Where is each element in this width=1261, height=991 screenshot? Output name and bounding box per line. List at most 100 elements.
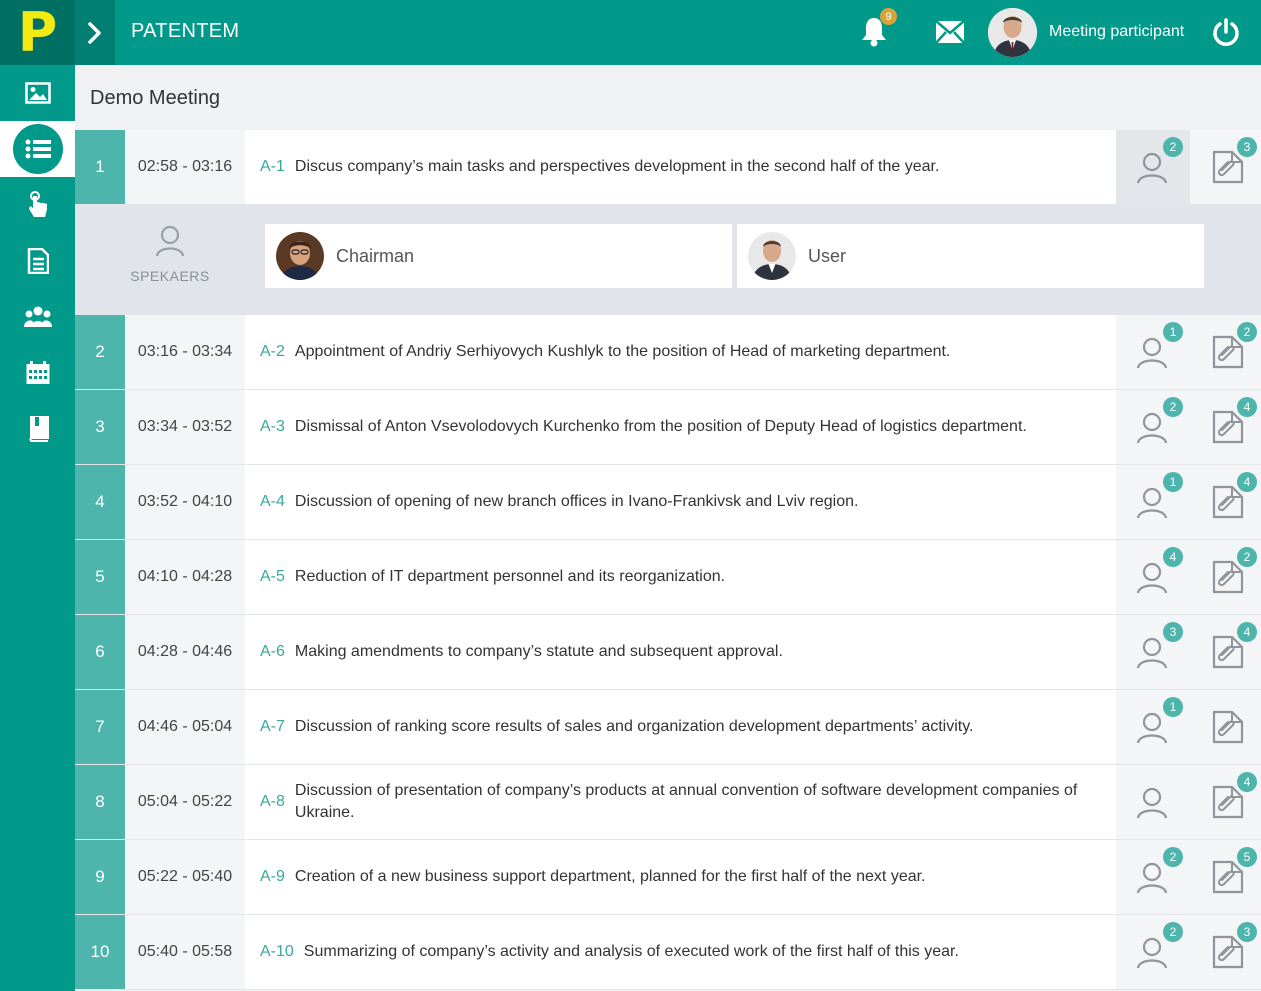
attachments-count-badge: 5 [1237,847,1257,867]
agenda-code: A-6 [260,643,285,660]
agenda-description[interactable]: A-4 Discussion of opening of new branch o… [260,465,1100,539]
agenda-row[interactable]: 6 04:28 - 04:46 A-6 Making amendments to co… [75,615,1261,690]
chevron-right-icon [88,21,101,44]
speakers-button[interactable]: 2 [1116,130,1190,204]
speakers-button[interactable]: 2 [1116,390,1190,464]
user-avatar[interactable] [988,8,1037,57]
logo[interactable]: P [0,0,75,65]
logout-button[interactable] [1212,17,1240,52]
page-title: Demo Meeting [90,87,221,109]
agenda-number: 10 [75,915,125,989]
speakers-button[interactable]: 1 [1116,690,1190,764]
speakers-count-badge: 4 [1163,547,1183,567]
agenda-description[interactable]: A-6 Making amendments to company’s statut… [260,615,1100,689]
paperclip-icon [1212,560,1244,594]
agenda-row[interactable]: 10 05:40 - 05:58 A-10 Summarizing of compan… [75,915,1261,990]
agenda-number: 3 [75,390,125,464]
agenda-number: 1 [75,130,125,204]
speakers-button[interactable]: 1 [1116,315,1190,389]
speakers-button[interactable]: 4 [1116,540,1190,614]
envelope-icon [935,20,965,44]
paperclip-icon [1212,935,1244,969]
attachments-button[interactable]: 5 [1190,840,1261,914]
speakers-button[interactable] [1116,765,1190,839]
agenda-number: 2 [75,315,125,389]
person-icon [1136,562,1168,594]
attachments-button[interactable]: 4 [1190,390,1261,464]
speaker-card[interactable]: User [737,224,1204,288]
paperclip-icon [1212,410,1244,444]
attachments-button[interactable]: 3 [1190,130,1261,204]
agenda-time: 02:58 - 03:16 [125,130,245,204]
person-icon [1136,862,1168,894]
speakers-count-badge: 1 [1163,322,1183,342]
agenda-code: A-4 [260,493,285,510]
sidebar-item-voting[interactable] [0,177,75,233]
person-icon [1136,937,1168,969]
agenda-row[interactable]: 2 03:16 - 03:34 A-2 Appointment of Andriy S… [75,315,1261,390]
agenda-description[interactable]: A-7 Discussion of ranking score results o… [260,690,1100,764]
agenda-row[interactable]: 5 04:10 - 04:28 A-5 Reduction of IT departm… [75,540,1261,615]
attachments-button[interactable]: 2 [1190,315,1261,389]
sidebar-item-agenda[interactable] [0,121,75,177]
document-icon [27,248,49,274]
speakers-count-badge: 3 [1163,622,1183,642]
agenda-description[interactable]: A-1 Discus company’s main tasks and persp… [260,130,1100,204]
main-content: Demo Meeting 1 02:58 - 03:16 A-1 Discus com… [75,65,1261,991]
sidebar-toggle-button[interactable] [75,0,115,65]
messages-button[interactable] [935,20,965,49]
agenda-time: 04:10 - 04:28 [125,540,245,614]
agenda-time: 03:16 - 03:34 [125,315,245,389]
sidebar-item-calendar[interactable] [0,345,75,401]
attachments-count-badge: 4 [1237,622,1257,642]
attachments-button[interactable]: 4 [1190,765,1261,839]
agenda-code: A-8 [260,793,285,810]
attachments-button[interactable] [1190,690,1261,764]
agenda-description[interactable]: A-10 Summarizing of company’s activity an… [260,915,1100,989]
speakers-button[interactable]: 2 [1116,840,1190,914]
attachments-button[interactable]: 4 [1190,465,1261,539]
sidebar-item-protocol[interactable] [0,401,75,457]
user-name[interactable]: Meeting participant [1049,23,1184,41]
attachments-button[interactable]: 4 [1190,615,1261,689]
speakers-button[interactable]: 1 [1116,465,1190,539]
agenda-code: A-9 [260,868,285,885]
agenda-description[interactable]: A-5 Reduction of IT department personnel … [260,540,1100,614]
speaker-name: User [808,245,847,266]
speaker-card[interactable]: Chairman [265,224,732,288]
agenda-row[interactable]: 7 04:46 - 05:04 A-7 Discussion of ranking s… [75,690,1261,765]
person-icon [1136,787,1168,819]
attachments-count-badge: 3 [1237,137,1257,157]
speakers-count-badge: 2 [1163,847,1183,867]
agenda-description[interactable]: A-8 Discussion of presentation of company… [260,765,1100,839]
attachments-button[interactable]: 2 [1190,540,1261,614]
agenda-row[interactable]: 8 05:04 - 05:22 A-8 Discussion of presentat… [75,765,1261,840]
attachments-count-badge: 2 [1237,322,1257,342]
agenda-description[interactable]: A-2 Appointment of Andriy Serhiyovych Kus… [260,315,1100,389]
attachments-button[interactable]: 3 [1190,915,1261,989]
agenda-description[interactable]: A-3 Dismissal of Anton Vsevolodovych Kurc… [260,390,1100,464]
person-icon [1136,412,1168,444]
agenda-description[interactable]: A-9 Creation of a new business support de… [260,840,1100,914]
agenda-time: 05:22 - 05:40 [125,840,245,914]
speaker-avatar [748,232,796,280]
agenda-number: 7 [75,690,125,764]
chairman-photo [276,232,324,280]
agenda-row[interactable]: 1 02:58 - 03:16 A-1 Discus company’s main t… [75,130,1261,205]
speaker-name: Chairman [336,245,415,266]
speakers-button[interactable]: 2 [1116,915,1190,989]
paperclip-icon [1212,710,1244,744]
sidebar-item-participants[interactable] [0,289,75,345]
app-title: PATENTEM [131,20,240,42]
attachments-count-badge: 4 [1237,772,1257,792]
speakers-button[interactable]: 3 [1116,615,1190,689]
sidebar-item-media[interactable] [0,65,75,121]
paperclip-icon [1212,485,1244,519]
speakers-count-badge: 2 [1163,397,1183,417]
agenda-text: Discussion of opening of new branch offi… [294,493,859,510]
agenda-row[interactable]: 3 03:34 - 03:52 A-3 Dismissal of Anton Vsev… [75,390,1261,465]
agenda-row[interactable]: 4 03:52 - 04:10 A-4 Discussion of opening o… [75,465,1261,540]
notifications-count-badge: 9 [880,8,897,25]
agenda-row[interactable]: 9 05:22 - 05:40 A-9 Creation of a new busin… [75,840,1261,915]
sidebar-item-documents[interactable] [0,233,75,289]
